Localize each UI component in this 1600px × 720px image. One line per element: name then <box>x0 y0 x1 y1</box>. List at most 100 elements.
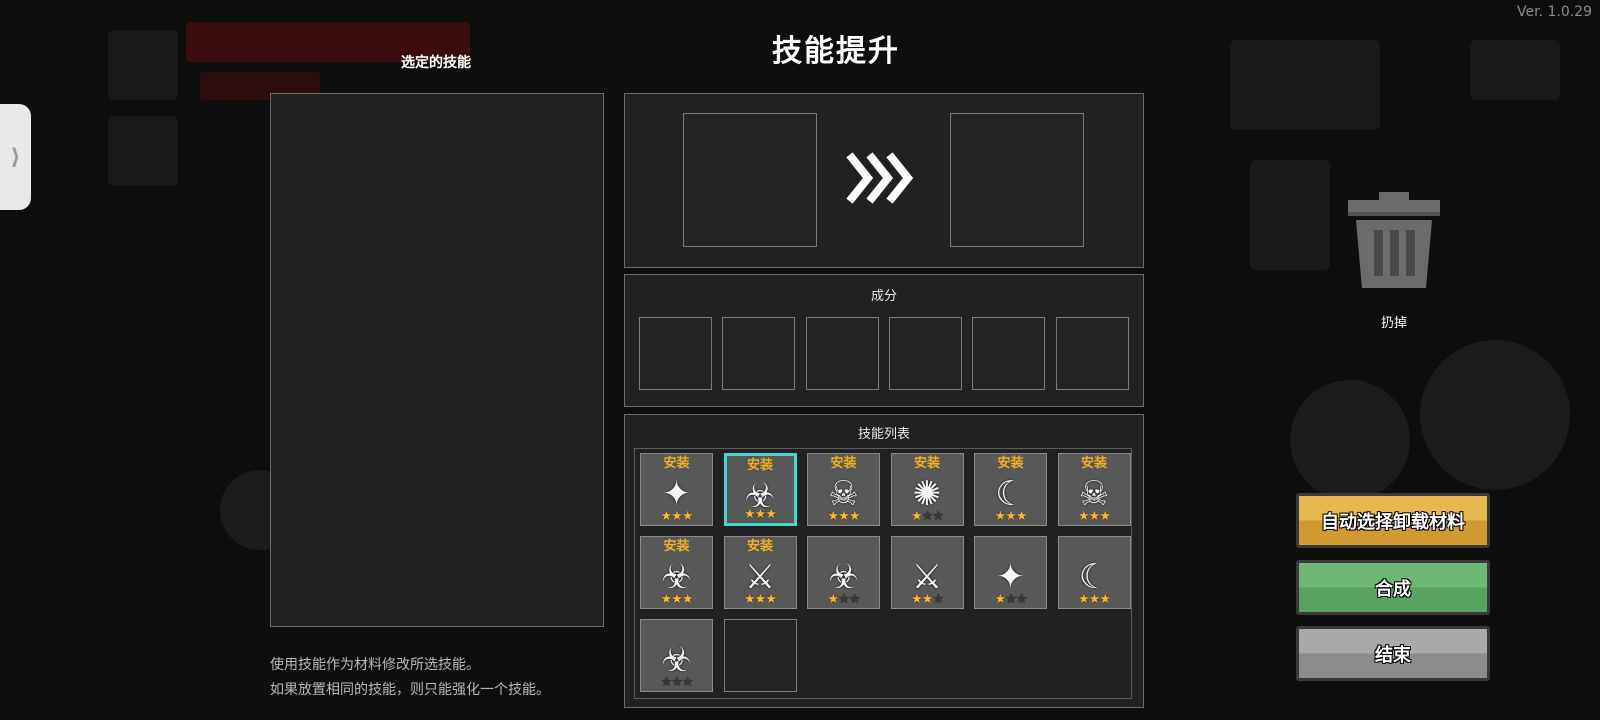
star-rating: ★★★ <box>975 593 1046 607</box>
star-filled-icon: ★ <box>754 592 767 607</box>
star-empty-icon: ★ <box>671 675 683 690</box>
material-slot[interactable] <box>639 317 712 390</box>
material-slot[interactable] <box>806 317 879 390</box>
background-blur <box>1250 160 1330 270</box>
star-filled-icon: ★ <box>671 509 683 524</box>
star-empty-icon: ★ <box>1005 592 1017 607</box>
star-filled-icon: ★ <box>1078 592 1090 607</box>
star-filled-icon: ★ <box>681 509 694 524</box>
star-filled-icon: ★ <box>765 592 777 607</box>
winged-biohazard-icon: ☣ <box>661 557 692 597</box>
material-slot[interactable] <box>1056 317 1129 390</box>
skill-card[interactable]: 安装 ✦ ★★★ <box>640 453 713 526</box>
star-filled-icon: ★ <box>848 509 861 524</box>
star-filled-icon: ★ <box>744 592 756 607</box>
material-slot[interactable] <box>889 317 962 390</box>
star-filled-icon: ★ <box>921 592 934 607</box>
star-filled-icon: ★ <box>681 592 694 607</box>
page-title: 技能提升 <box>772 34 900 69</box>
star-filled-icon: ★ <box>827 509 840 524</box>
star-empty-icon: ★ <box>921 509 934 524</box>
star-filled-icon: ★ <box>911 592 923 607</box>
skill-card[interactable]: ✦ ★★★ <box>974 536 1047 609</box>
material-slot[interactable] <box>722 317 795 390</box>
source-skill-slot[interactable] <box>683 113 817 247</box>
biohazard-icon: ☣ <box>661 640 692 680</box>
skill-card[interactable]: ☣ ★★★ <box>640 619 713 692</box>
star-rating: ★★★ <box>641 510 712 524</box>
star-filled-icon: ★ <box>765 507 777 522</box>
end-button[interactable]: 结束 <box>1296 626 1490 681</box>
star-empty-icon: ★ <box>681 675 694 690</box>
background-blur <box>1420 340 1570 490</box>
star-rating: ★★★ <box>1059 593 1130 607</box>
star-filled-icon: ★ <box>911 509 923 524</box>
auto-select-materials-button[interactable]: 自动选择卸载材料 <box>1296 493 1490 548</box>
star-filled-icon: ★ <box>1099 592 1111 607</box>
star-rating: ★★★ <box>892 510 963 524</box>
skill-card[interactable]: 安装 ⚔ ★★★ <box>723 536 797 609</box>
skill-list-label: 技能列表 <box>857 427 910 442</box>
skull-burst-icon: ☠ <box>828 474 859 514</box>
skill-card[interactable]: ☣ ★★★ <box>807 536 880 609</box>
background-blur <box>108 116 178 186</box>
background-blur <box>1290 380 1410 500</box>
skill-card[interactable]: 安装 ☠ ★★★ <box>1057 453 1131 526</box>
skull-burst-icon: ☠ <box>1078 474 1110 514</box>
equipped-label: 安装 <box>1080 456 1107 471</box>
star-rating: ★★★ <box>975 510 1046 524</box>
star-filled-icon: ★ <box>660 509 673 524</box>
selected-skill-panel[interactable] <box>270 93 604 627</box>
material-slot[interactable] <box>972 317 1045 390</box>
star-filled-icon: ★ <box>1015 509 1028 524</box>
star-filled-icon: ★ <box>1099 509 1111 524</box>
equipped-label: 安装 <box>746 539 773 554</box>
star-filled-icon: ★ <box>1088 592 1101 607</box>
star-empty-icon: ★ <box>838 592 850 607</box>
version-label: Ver. 1.0.29 <box>1516 4 1592 20</box>
skill-card[interactable]: 安装 ☣ ★★★ <box>723 453 797 526</box>
skill-card[interactable]: 安装 ☾ ★★★ <box>974 453 1047 526</box>
star-rating: ★★★ <box>641 593 712 607</box>
star-filled-icon: ★ <box>838 509 850 524</box>
skill-card[interactable]: ⚔ ★★★ <box>890 536 964 609</box>
background-blur <box>108 30 178 100</box>
description-line-2: 如果放置相同的技能，则只能强化一个技能。 <box>270 682 550 698</box>
star-rating: ★★★ <box>727 508 794 522</box>
skill-card[interactable]: 安装 ☣ ★★★ <box>640 536 713 609</box>
equipped-label: 安装 <box>663 456 690 471</box>
empty-skill-slot[interactable] <box>723 619 797 692</box>
star-empty-icon: ★ <box>848 592 861 607</box>
materials-label: 成分 <box>870 289 897 304</box>
background-blur <box>1230 40 1380 130</box>
star-filled-icon: ★ <box>744 507 756 522</box>
star-filled-icon: ★ <box>1088 509 1101 524</box>
trash-icon[interactable] <box>1344 190 1444 290</box>
merge-button[interactable]: 合成 <box>1296 560 1490 615</box>
star-rating: ★★★ <box>808 510 879 524</box>
skill-card[interactable]: 安装 ✺ ★★★ <box>890 453 964 526</box>
star-empty-icon: ★ <box>1015 592 1028 607</box>
description-line-1: 使用技能作为材料修改所选技能。 <box>270 657 480 673</box>
trash-label: 扔掉 <box>1380 316 1407 331</box>
crescent-moon-icon: ☾ <box>995 474 1026 514</box>
sword-icon: ⚔ <box>744 557 776 597</box>
star-filled-icon: ★ <box>827 592 840 607</box>
star-empty-icon: ★ <box>932 592 944 607</box>
equipped-label: 安装 <box>997 456 1024 471</box>
skill-grid: 安装 ✦ ★★★ 安装 ☣ ★★★ 安装 ☠ ★★★ 安装 ✺ ★★★ 安装 ☾ ★★★ 安装 ☠ ★★★ 安装 ☣ ★… <box>634 448 1132 699</box>
skill-card[interactable]: 安装 ☠ ★★★ <box>807 453 880 526</box>
star-empty-icon: ★ <box>660 675 673 690</box>
star-filled-icon: ★ <box>994 592 1007 607</box>
winged-biohazard-icon: ☣ <box>828 557 859 597</box>
result-skill-slot <box>950 113 1084 247</box>
star-filled-icon: ★ <box>994 509 1007 524</box>
skill-card[interactable]: ☾ ★★★ <box>1057 536 1131 609</box>
chevron-right-icon: ⟩ <box>10 144 21 170</box>
side-drawer-toggle[interactable]: ⟩ <box>0 104 31 210</box>
star-filled-icon: ★ <box>671 592 683 607</box>
star-empty-icon: ★ <box>932 509 944 524</box>
triple-chevron-arrow-icon <box>846 152 914 204</box>
equipped-label: 安装 <box>746 458 773 473</box>
star-rating: ★★★ <box>808 593 879 607</box>
